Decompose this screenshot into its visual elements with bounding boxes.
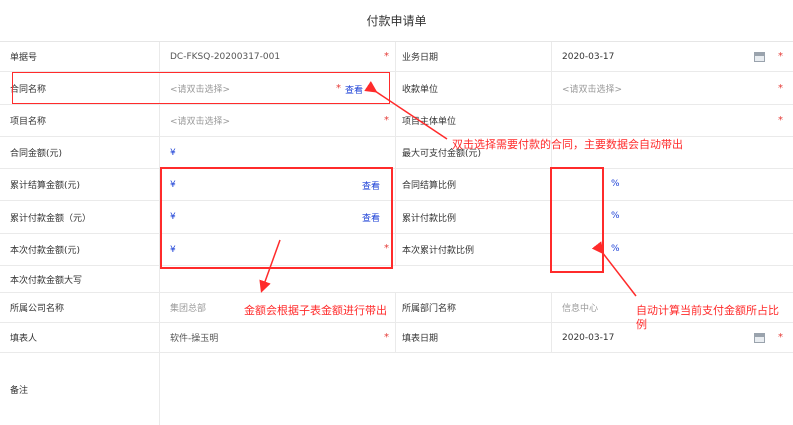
remark-input[interactable] bbox=[160, 353, 793, 425]
contract-highlight-box bbox=[12, 72, 390, 104]
current-amount-label: 本次付款金额(元) bbox=[0, 234, 160, 265]
department-label: 所属部门名称 bbox=[396, 293, 552, 322]
row-remark: 备注 bbox=[0, 353, 793, 425]
row-project: 项目名称 <请双击选择> * 项目主体单位 * bbox=[0, 105, 793, 137]
row-paid: 累计付款金额（元） ¥ 查看 累计付款比例 % bbox=[0, 201, 793, 234]
ratio-annotation-line2: 例 bbox=[636, 318, 647, 331]
calendar-icon[interactable] bbox=[754, 333, 765, 343]
calendar-icon[interactable] bbox=[754, 52, 765, 62]
current-ratio-percent: % bbox=[611, 244, 620, 254]
row-upper: 本次付款金额大写 bbox=[0, 266, 793, 293]
paid-ratio-percent: % bbox=[611, 211, 620, 221]
business-date-label: 业务日期 bbox=[396, 42, 552, 71]
ratio-annotation-line1: 自动计算当前支付金额所占比 bbox=[636, 304, 779, 317]
settled-amount-label: 累计结算金额(元) bbox=[0, 169, 160, 200]
paid-ratio-label: 累计付款比例 bbox=[396, 201, 552, 233]
project-entity-label: 项目主体单位 bbox=[396, 105, 552, 136]
project-label: 项目名称 bbox=[0, 105, 160, 136]
filler-value[interactable]: 软件-操玉明 bbox=[160, 323, 396, 352]
doc-no-value[interactable]: DC-FKSQ-20200317-001 bbox=[160, 42, 396, 71]
business-date-required: * bbox=[778, 51, 783, 62]
amount-annotation: 金额会根据子表金额进行带出 bbox=[244, 304, 387, 317]
filler-required: * bbox=[384, 332, 389, 343]
form-title: 付款申请单 bbox=[0, 0, 793, 42]
row-doc-no: 单据号 DC-FKSQ-20200317-001 * 业务日期 2020-03-… bbox=[0, 42, 793, 72]
fill-date-required: * bbox=[778, 332, 783, 343]
filler-label: 填表人 bbox=[0, 323, 160, 352]
upper-amount-label: 本次付款金额大写 bbox=[0, 266, 160, 292]
paid-amount-label: 累计付款金额（元） bbox=[0, 201, 160, 233]
contract-amount-label: 合同金额(元) bbox=[0, 137, 160, 168]
company-label: 所属公司名称 bbox=[0, 293, 160, 322]
contract-amount-value[interactable]: ¥ bbox=[160, 137, 396, 168]
current-ratio-label: 本次累计付款比例 bbox=[396, 234, 552, 265]
settle-ratio-label: 合同结算比例 bbox=[396, 169, 552, 200]
doc-no-required: * bbox=[384, 51, 389, 62]
project-input[interactable]: <请双击选择> bbox=[160, 105, 396, 136]
contract-annotation: 双击选择需要付款的合同，主要数据会自动带出 bbox=[452, 138, 683, 151]
amount-highlight-box bbox=[160, 167, 393, 269]
settle-ratio-percent: % bbox=[611, 179, 620, 189]
project-required: * bbox=[384, 115, 389, 126]
remark-label: 备注 bbox=[0, 353, 160, 425]
project-entity-required: * bbox=[778, 115, 783, 126]
payee-required: * bbox=[778, 83, 783, 94]
upper-amount-value bbox=[160, 266, 793, 292]
ratio-highlight-box bbox=[550, 167, 604, 273]
fill-date-label: 填表日期 bbox=[396, 323, 552, 352]
doc-no-label: 单据号 bbox=[0, 42, 160, 71]
row-filler: 填表人 软件-操玉明 * 填表日期 2020-03-17 * bbox=[0, 323, 793, 353]
project-entity-value[interactable] bbox=[552, 105, 793, 136]
payee-input[interactable]: <请双击选择> bbox=[552, 72, 793, 104]
row-current: 本次付款金额(元) ¥ * 本次累计付款比例 % bbox=[0, 234, 793, 266]
payee-label: 收款单位 bbox=[396, 72, 552, 104]
row-settled: 累计结算金额(元) ¥ 查看 合同结算比例 % bbox=[0, 169, 793, 201]
